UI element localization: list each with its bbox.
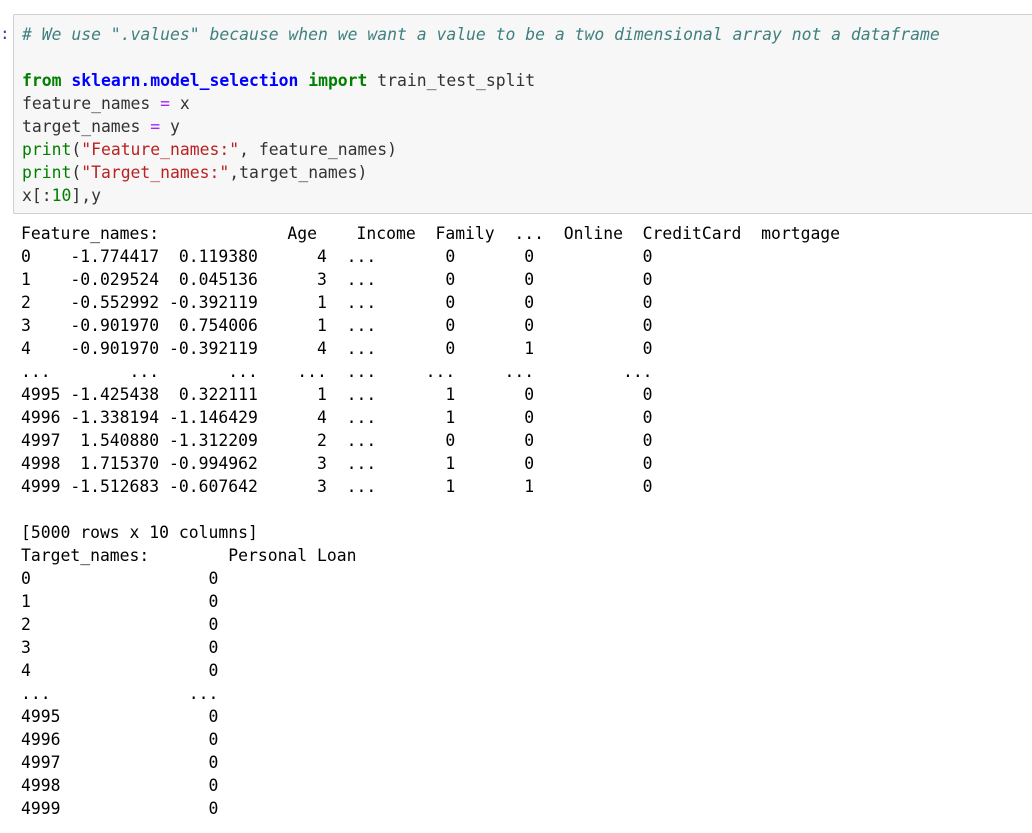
output-line: 4996 -1.338194 -1.146429 4 ... 1 0 0	[21, 408, 653, 427]
output-line: 4996 0	[21, 730, 219, 749]
code-cell-output: Feature_names: Age Income Family ... Onl…	[13, 214, 1032, 833]
output-line: 4999 0	[21, 799, 219, 818]
output-line: Feature_names: Age Income Family ... Onl…	[21, 224, 841, 243]
code-line: from sklearn.model_selection import trai…	[22, 69, 535, 92]
code-token: print	[22, 163, 72, 182]
code-token: # We use ".values" because when we want …	[22, 25, 940, 44]
output-line: 4998 1.715370 -0.994962 3 ... 1 0 0	[21, 454, 653, 473]
output-line: ... ... ... ... ... ... ... ...	[21, 362, 653, 381]
code-token: ,target_names)	[229, 163, 368, 182]
code-line: feature_names = x	[22, 92, 190, 115]
code-token: import	[308, 71, 368, 90]
code-token: feature_names	[22, 94, 161, 113]
code-line: print("Target_names:",target_names)	[22, 161, 367, 184]
code-token: (	[71, 140, 82, 159]
code-cell-input[interactable]: # We use ".values" because when we want …	[13, 14, 1032, 214]
code-token: x[:	[22, 186, 52, 205]
cell-prompt: :	[0, 24, 10, 43]
code-line: x[:10],y	[22, 184, 101, 207]
output-line: 0 -1.774417 0.119380 4 ... 0 0 0	[21, 247, 653, 266]
output-line: 0 0	[21, 569, 219, 588]
code-token: x	[170, 94, 190, 113]
output-line: 4995 0	[21, 707, 219, 726]
output-line: Target_names: Personal Loan	[21, 546, 357, 565]
code-token: target_names	[22, 117, 151, 136]
code-token: =	[150, 117, 161, 136]
output-line: 4997 1.540880 -1.312209 2 ... 0 0 0	[21, 431, 653, 450]
code-token: print	[22, 140, 72, 159]
output-line: 4 -0.901970 -0.392119 4 ... 0 1 0	[21, 339, 653, 358]
output-line: 1 0	[21, 592, 219, 611]
output-line: 4 0	[21, 661, 219, 680]
code-token: ],y	[71, 186, 101, 205]
code-token: y	[160, 117, 180, 136]
output-line: 2 -0.552992 -0.392119 1 ... 0 0 0	[21, 293, 653, 312]
code-token: 10	[51, 186, 72, 205]
output-line: ... ...	[21, 684, 219, 703]
output-line: 4998 0	[21, 776, 219, 795]
code-token: sklearn.model_selection	[71, 71, 299, 90]
code-token: train_test_split	[367, 71, 536, 90]
output-line: [5000 rows x 10 columns]	[21, 523, 258, 542]
code-token: "Feature_names:"	[81, 140, 240, 159]
output-line: 4999 -1.512683 -0.607642 3 ... 1 1 0	[21, 477, 653, 496]
code-line: target_names = y	[22, 115, 180, 138]
code-token: "Target_names:"	[81, 163, 230, 182]
code-token: =	[160, 94, 171, 113]
output-line: 1 -0.029524 0.045136 3 ... 0 0 0	[21, 270, 653, 289]
code-token: (	[71, 163, 82, 182]
output-line: 4995 -1.425438 0.322111 1 ... 1 0 0	[21, 385, 653, 404]
code-line: # We use ".values" because when we want …	[22, 23, 940, 46]
output-line: 3 -0.901970 0.754006 1 ... 0 0 0	[21, 316, 653, 335]
output-line: 3 0	[21, 638, 219, 657]
output-line: 4997 0	[21, 753, 219, 772]
code-token: , feature_names)	[239, 140, 397, 159]
code-line: print("Feature_names:", feature_names)	[22, 138, 397, 161]
code-token: from	[22, 71, 62, 90]
output-line: 2 0	[21, 615, 219, 634]
